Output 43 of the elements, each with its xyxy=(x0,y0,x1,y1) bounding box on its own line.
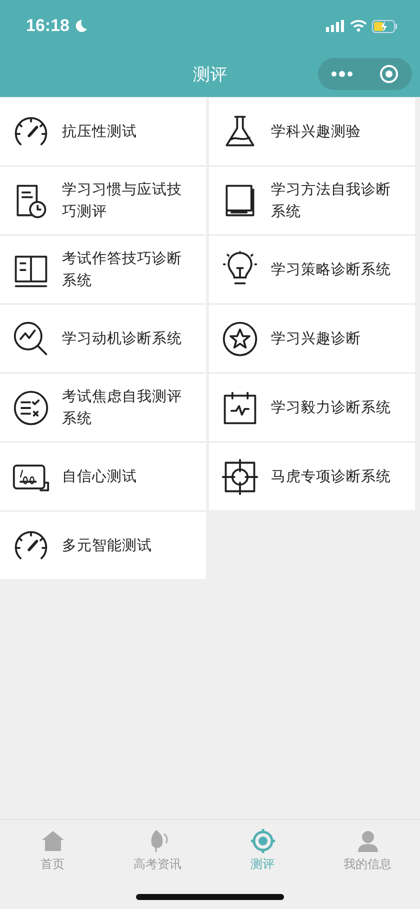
test-item[interactable]: 自信心测试 xyxy=(0,443,206,510)
test-name: 学习习惯与应试技巧测评 xyxy=(62,180,183,222)
more-icon[interactable] xyxy=(331,70,353,78)
moon-icon xyxy=(74,19,88,33)
test-name: 考试作答技巧诊断系统 xyxy=(62,250,183,290)
test-name: 抗压性测试 xyxy=(62,122,138,142)
house-icon xyxy=(40,828,66,854)
crosshair-icon xyxy=(221,458,259,496)
magnifier-chart-icon xyxy=(12,320,50,358)
test-name: 学习策略诊断系统 xyxy=(271,260,392,280)
test-name: 多元智能测试 xyxy=(62,536,153,556)
checklist-icon xyxy=(12,388,50,426)
test-name: 考试焦虑自我测评系统 xyxy=(62,388,183,428)
tab-label: 首页 xyxy=(40,856,64,873)
wifi-icon xyxy=(350,20,367,32)
close-icon[interactable] xyxy=(379,64,399,84)
test-name: 学习方法自我诊断系统 xyxy=(271,180,392,222)
test-item[interactable]: 学习兴趣诊断 xyxy=(209,305,415,372)
test-item[interactable]: 学科兴趣测验 xyxy=(209,98,415,165)
test-name: 马虎专项诊断系统 xyxy=(271,468,392,486)
tab-label: 高考资讯 xyxy=(134,856,182,873)
status-time: 16:18 xyxy=(26,16,70,36)
test-item[interactable]: 考试焦虑自我测评系统 xyxy=(0,374,206,441)
test-name: 学习兴趣诊断 xyxy=(271,330,362,348)
test-name: 学习动机诊断系统 xyxy=(62,330,183,348)
test-item[interactable]: 学习动机诊断系统 xyxy=(0,305,206,372)
test-item[interactable]: 抗压性测试 xyxy=(0,98,206,165)
signal-icon xyxy=(326,20,345,32)
test-item[interactable]: 学习方法自我诊断系统 xyxy=(209,167,415,234)
test-name: 自信心测试 xyxy=(62,468,138,486)
battery-icon xyxy=(372,20,398,32)
test-item[interactable]: 多元智能测试 xyxy=(0,512,206,579)
test-item[interactable]: 学习习惯与应试技巧测评 xyxy=(0,167,206,234)
target-icon xyxy=(250,828,276,854)
test-name: 学科兴趣测验 xyxy=(271,122,362,142)
test-item[interactable]: 学习毅力诊断系统 xyxy=(209,374,415,441)
test-item[interactable]: 马虎专项诊断系统 xyxy=(209,443,415,510)
page-title: 测评 xyxy=(193,64,227,86)
tab-label: 测评 xyxy=(250,856,274,873)
test-item[interactable]: 考试作答技巧诊断系统 xyxy=(0,236,206,303)
test-item[interactable]: 学习策略诊断系统 xyxy=(209,236,415,303)
test-name: 学习毅力诊断系统 xyxy=(271,398,392,418)
tab-label: 我的信息 xyxy=(344,856,392,873)
